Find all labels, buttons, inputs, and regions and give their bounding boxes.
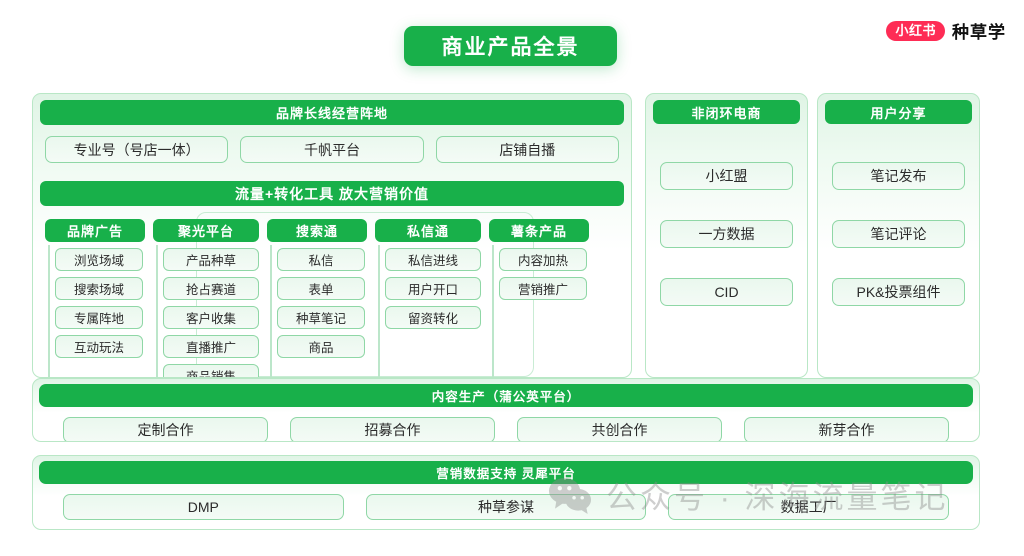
chip-note-comment[interactable]: 笔记评论 (832, 220, 965, 248)
column-shutiao-product: 薯条产品 内容加热 营销推广 (489, 219, 589, 377)
chip-data-factory[interactable]: 数据工厂 (668, 494, 950, 520)
page-title: 商业产品全景 (404, 26, 617, 66)
chip-first-party-data[interactable]: 一方数据 (660, 220, 793, 248)
chip-store-livestream[interactable]: 店铺自播 (435, 136, 619, 163)
chip-qianfan-platform[interactable]: 千帆平台 (240, 136, 424, 163)
chip-professional-account[interactable]: 专业号（号店一体） (45, 136, 229, 163)
column-header-juguang: 聚光平台 (153, 219, 259, 242)
chip-recruit-cooperation[interactable]: 招募合作 (290, 417, 495, 441)
chip-form[interactable]: 表单 (277, 277, 365, 300)
chip-seeding-note[interactable]: 种草笔记 (277, 306, 365, 329)
chip-pk-vote-component[interactable]: PK&投票组件 (832, 278, 965, 306)
content-production-items: 定制合作 招募合作 共创合作 新芽合作 (33, 407, 979, 441)
chip-xiaohongmeng[interactable]: 小红盟 (660, 162, 793, 190)
column-connector-line (156, 245, 158, 377)
chip-user-open[interactable]: 用户开口 (385, 277, 481, 300)
panel-content-production: 内容生产（蒲公英平台） 定制合作 招募合作 共创合作 新芽合作 (32, 378, 980, 442)
column-message-tong: 私信通 私信进线 用户开口 留资转化 (375, 219, 481, 377)
panel-brand-long-term: 品牌长线经营阵地 专业号（号店一体） 千帆平台 店铺自播 流量+转化工具 放大营… (32, 93, 632, 378)
section-header-brand-long-term: 品牌长线经营阵地 (40, 100, 624, 125)
section-header-user-share: 用户分享 (825, 100, 972, 124)
chip-cocreate-cooperation[interactable]: 共创合作 (517, 417, 722, 441)
section-header-marketing-data: 营销数据支持 灵犀平台 (39, 461, 973, 484)
section-header-content-production: 内容生产（蒲公英平台） (39, 384, 973, 407)
chip-seeding-advisor[interactable]: 种草参谋 (365, 494, 647, 520)
chip-product-sales[interactable]: 商品销售 (163, 364, 259, 377)
chip-note-publish[interactable]: 笔记发布 (832, 162, 965, 190)
chip-product-seeding[interactable]: 产品种草 (163, 248, 259, 271)
chip-lead-conversion[interactable]: 留资转化 (385, 306, 481, 329)
column-brand-ads: 品牌广告 浏览场域 搜索场域 专属阵地 互动玩法 (45, 219, 145, 377)
user-share-items: 笔记发布 笔记评论 PK&投票组件 (818, 124, 979, 306)
chip-search-scene[interactable]: 搜索场域 (55, 277, 143, 300)
column-connector-line (270, 245, 272, 377)
column-juguang-platform: 聚光平台 产品种草 抢占赛道 客户收集 直播推广 商品销售 (153, 219, 259, 377)
xiaohongshu-logo-pill: 小红书 (886, 20, 945, 41)
chip-seize-track[interactable]: 抢占赛道 (163, 277, 259, 300)
section-header-non-closed-loop: 非闭环电商 (653, 100, 800, 124)
non-closed-loop-items: 小红盟 一方数据 CID (646, 124, 807, 306)
chip-exclusive-position[interactable]: 专属阵地 (55, 306, 143, 329)
column-header-brand-ads: 品牌广告 (45, 219, 145, 242)
brand-long-term-item-row: 专业号（号店一体） 千帆平台 店铺自播 (33, 125, 631, 175)
chip-dmp[interactable]: DMP (63, 494, 344, 520)
column-connector-line (492, 245, 494, 377)
chip-private-message[interactable]: 私信 (277, 248, 365, 271)
column-header-shutiao: 薯条产品 (489, 219, 589, 242)
chip-custom-cooperation[interactable]: 定制合作 (63, 417, 268, 441)
chip-xinya-cooperation[interactable]: 新芽合作 (744, 417, 949, 441)
column-search-tong: 搜索通 私信 表单 种草笔记 商品 (267, 219, 367, 377)
chip-cid[interactable]: CID (660, 278, 793, 306)
column-connector-line (378, 245, 380, 377)
brand-name-label: 种草学 (952, 23, 1006, 42)
chip-marketing-promotion[interactable]: 营销推广 (499, 277, 587, 300)
chip-goods[interactable]: 商品 (277, 335, 365, 358)
panel-non-closed-loop-ecommerce: 非闭环电商 小红盟 一方数据 CID (645, 93, 808, 378)
chip-message-inbound[interactable]: 私信进线 (385, 248, 481, 271)
column-header-search-tong: 搜索通 (267, 219, 367, 242)
column-header-message-tong: 私信通 (375, 219, 481, 242)
infographic-root: 商业产品全景 小红书 种草学 品牌长线经营阵地 专业号（号店一体） 千帆平台 店… (0, 0, 1024, 556)
brand-logo: 小红书 种草学 (886, 18, 1006, 43)
chip-browse-scene[interactable]: 浏览场域 (55, 248, 143, 271)
column-connector-line (48, 245, 50, 377)
chip-customer-collection[interactable]: 客户收集 (163, 306, 259, 329)
panel-user-share: 用户分享 笔记发布 笔记评论 PK&投票组件 (817, 93, 980, 378)
traffic-columns-wrap: 品牌广告 浏览场域 搜索场域 专属阵地 互动玩法 聚光平台 产品种草 抢占赛道 … (33, 206, 631, 377)
chip-livestream-promotion[interactable]: 直播推广 (163, 335, 259, 358)
section-header-traffic-tools: 流量+转化工具 放大营销价值 (40, 181, 624, 206)
chip-content-boost[interactable]: 内容加热 (499, 248, 587, 271)
panel-marketing-data-support: 营销数据支持 灵犀平台 DMP 种草参谋 数据工厂 (32, 455, 980, 530)
marketing-data-items: DMP 种草参谋 数据工厂 (33, 484, 979, 520)
chip-interactive-play[interactable]: 互动玩法 (55, 335, 143, 358)
